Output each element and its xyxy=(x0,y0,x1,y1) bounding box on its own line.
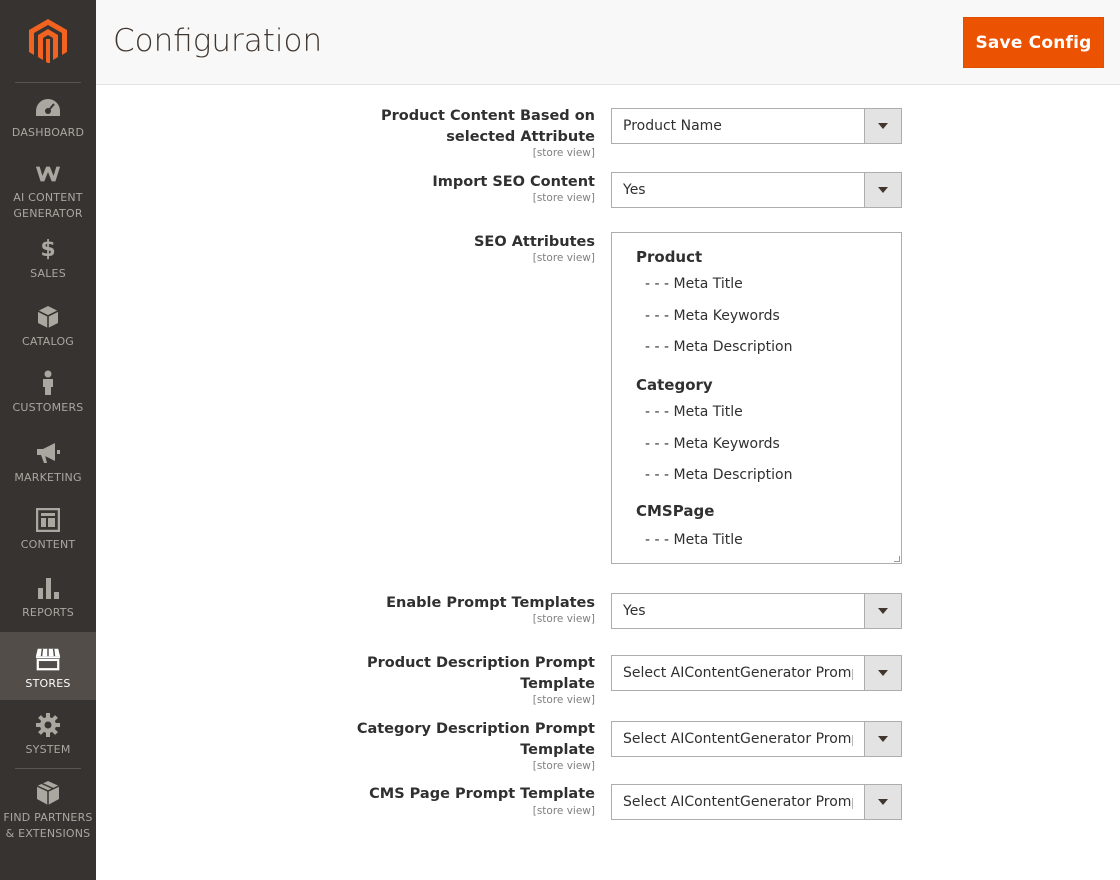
gear-icon xyxy=(35,712,61,738)
sidebar-item-label: SALES xyxy=(30,267,66,280)
field-label-product-description-template: Product Description Prompt Template xyxy=(366,655,595,692)
select-value: Yes xyxy=(623,182,646,198)
sidebar-item-sales[interactable]: $ SALES xyxy=(0,236,96,284)
list-item[interactable]: - - - Meta Description xyxy=(645,337,792,357)
optgroup-label: Category xyxy=(636,376,713,394)
resize-handle-icon[interactable] xyxy=(894,556,900,562)
sidebar-item-label: MARKETING xyxy=(14,471,82,484)
chevron-down-icon[interactable] xyxy=(864,656,901,690)
enable-prompt-templates-select[interactable]: Yes xyxy=(611,593,902,629)
sidebar-item-reports[interactable]: REPORTS xyxy=(0,575,96,623)
save-config-button[interactable]: Save Config xyxy=(963,17,1104,68)
scope-label: [store view] xyxy=(532,760,595,772)
sidebar-item-ai-content-generator[interactable]: AI CONTENT GENERATOR xyxy=(0,162,96,222)
cms-page-template-select[interactable]: Select AIContentGenerator Prompt xyxy=(611,784,902,820)
list-item[interactable]: - - - Meta Title xyxy=(645,402,743,422)
page-title: Configuration xyxy=(113,23,323,59)
page-header: Configuration Save Config xyxy=(96,0,1120,85)
sidebar-item-content[interactable]: CONTENT xyxy=(0,507,96,555)
sidebar-item-dashboard[interactable]: DASHBOARD xyxy=(0,95,96,153)
cube-icon xyxy=(35,304,61,330)
chevron-down-icon[interactable] xyxy=(864,109,901,143)
sidebar-item-label: SYSTEM xyxy=(25,743,71,756)
sidebar-item-label: FIND PARTNERS & EXTENSIONS xyxy=(3,811,93,840)
bar-chart-icon xyxy=(35,575,61,601)
field-label-product-content: Product Content Based on selected Attrib… xyxy=(380,108,595,145)
product-description-template-select[interactable]: Select AIContentGenerator Prompt xyxy=(611,655,902,691)
field-label-seo-attributes: SEO Attributes xyxy=(473,234,595,250)
import-seo-content-select[interactable]: Yes xyxy=(611,172,902,208)
list-item[interactable]: - - - Meta Keywords xyxy=(645,306,780,326)
sidebar-item-label: CATALOG xyxy=(21,335,75,348)
chevron-down-icon[interactable] xyxy=(864,173,901,207)
chevron-down-icon[interactable] xyxy=(864,594,901,628)
storefront-icon xyxy=(35,646,61,672)
sidebar-item-label: AI CONTENT GENERATOR xyxy=(13,191,83,220)
chevron-down-icon[interactable] xyxy=(864,722,901,756)
sidebar-item-customers[interactable]: CUSTOMERS xyxy=(0,370,96,420)
scope-label: [store view] xyxy=(532,192,595,204)
list-item[interactable]: - - - Meta Title xyxy=(645,274,743,294)
sidebar-item-stores[interactable]: STORES xyxy=(0,632,96,700)
list-item[interactable]: - - - Meta Description xyxy=(645,465,792,485)
magento-logo-icon xyxy=(29,19,67,63)
scope-label: [store view] xyxy=(532,805,595,817)
sidebar-item-find-partners[interactable]: FIND PARTNERS & EXTENSIONS xyxy=(0,780,96,840)
sidebar-divider xyxy=(15,82,81,83)
optgroup-label: Product xyxy=(636,248,703,266)
select-value: Select AIContentGenerator Prompt xyxy=(623,794,853,810)
dashboard-icon xyxy=(35,95,61,121)
chevron-down-icon[interactable] xyxy=(864,785,901,819)
sidebar-item-label: STORES xyxy=(25,677,71,690)
list-item[interactable]: - - - Meta Keywords xyxy=(645,434,780,454)
sidebar-item-label: DASHBOARD xyxy=(11,126,85,139)
category-description-template-select[interactable]: Select AIContentGenerator Prompt xyxy=(611,721,902,757)
product-content-attribute-select[interactable]: Product Name xyxy=(611,108,902,144)
extensions-icon xyxy=(35,780,61,806)
layout-icon xyxy=(35,507,61,533)
sidebar-item-catalog[interactable]: CATALOG xyxy=(0,304,96,352)
field-label-cms-page-template: CMS Page Prompt Template xyxy=(369,786,595,802)
dollar-icon: $ xyxy=(40,236,56,262)
sidebar-item-label: REPORTS xyxy=(22,606,74,619)
sidebar-item-label: CONTENT xyxy=(20,538,76,551)
scope-label: [store view] xyxy=(532,613,595,625)
sidebar-item-marketing[interactable]: MARKETING xyxy=(0,440,96,488)
sidebar-item-label: CUSTOMERS xyxy=(12,401,84,414)
admin-sidebar: DASHBOARD AI CONTENT GENERATOR $ SALES C… xyxy=(0,0,96,880)
sidebar-item-system[interactable]: SYSTEM xyxy=(0,712,96,760)
scope-label: [store view] xyxy=(532,694,595,706)
list-item[interactable]: - - - Meta Title xyxy=(645,530,743,550)
select-value: Yes xyxy=(623,603,646,619)
select-value: Product Name xyxy=(623,118,722,134)
optgroup-label: CMSPage xyxy=(636,502,715,520)
sidebar-divider xyxy=(15,768,81,769)
select-value: Select AIContentGenerator Prompt xyxy=(623,665,853,681)
seo-attributes-multiselect[interactable]: Product - - - Meta Title - - - Meta Keyw… xyxy=(611,232,902,564)
ai-content-generator-icon xyxy=(35,162,61,186)
field-label-enable-prompt-templates: Enable Prompt Templates xyxy=(386,595,595,611)
field-label-import-seo: Import SEO Content xyxy=(432,174,595,190)
scope-label: [store view] xyxy=(532,252,595,264)
magento-logo[interactable] xyxy=(0,0,96,82)
field-label-category-description-template: Category Description Prompt Template xyxy=(356,721,595,758)
select-value: Select AIContentGenerator Prompt xyxy=(623,731,853,747)
person-icon xyxy=(35,370,61,396)
scope-label: [store view] xyxy=(532,147,595,159)
megaphone-icon xyxy=(35,440,61,466)
